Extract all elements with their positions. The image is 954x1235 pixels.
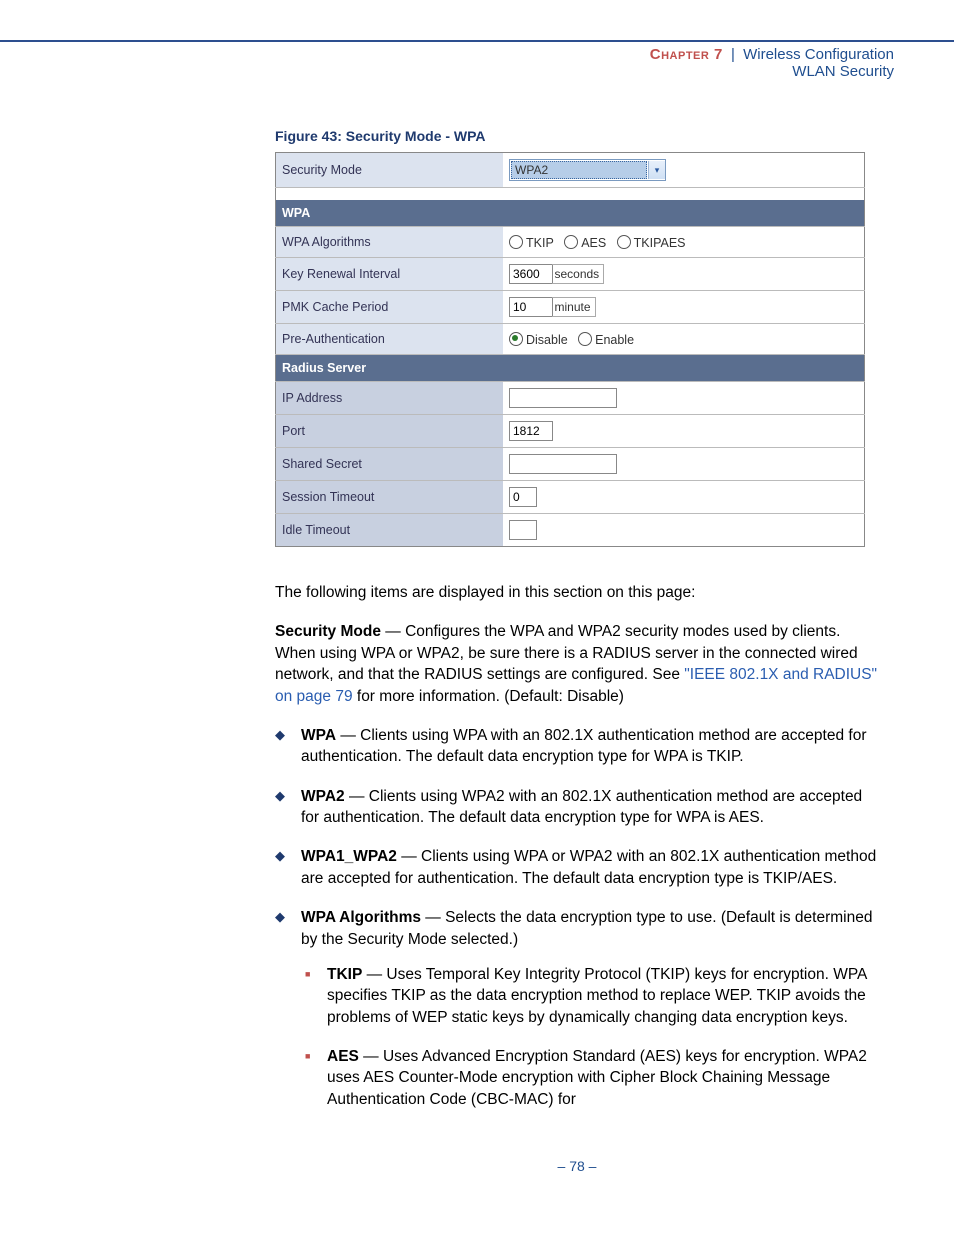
session-input[interactable] (509, 487, 537, 507)
opt-tkipaes: TKIPAES (634, 236, 686, 250)
chevron-down-icon: ▾ (648, 161, 665, 179)
security-mode-para: Security Mode — Configures the WPA and W… (275, 621, 879, 707)
ip-input[interactable] (509, 388, 617, 408)
s2-text: — Uses Advanced Encryption Standard (AES… (327, 1048, 867, 1108)
idle-label: Idle Timeout (276, 514, 504, 547)
s1-label: TKIP (327, 966, 362, 983)
idle-input[interactable] (509, 520, 537, 540)
enable-radio[interactable] (578, 332, 592, 346)
tkipaes-radio[interactable] (617, 235, 631, 249)
pmk-label: PMK Cache Period (276, 291, 504, 324)
opt-tkip: TKIP (526, 236, 554, 250)
bullet-wpa2: WPA2 — Clients using WPA2 with an 802.1X… (301, 786, 879, 829)
b2-label: WPA2 (301, 788, 345, 805)
page-number: – 78 – (275, 1128, 879, 1184)
bullet-wpa1-wpa2: WPA1_WPA2 — Clients using WPA or WPA2 wi… (301, 846, 879, 889)
b2-text: — Clients using WPA2 with an 802.1X auth… (301, 788, 862, 826)
chapter-label: Chapter 7 (650, 46, 723, 63)
key-renewal-input[interactable] (509, 264, 553, 284)
s2-label: AES (327, 1048, 359, 1065)
security-mode-label: Security Mode (276, 153, 504, 188)
security-mode-value: WPA2 (511, 161, 647, 179)
disable-radio[interactable] (509, 332, 523, 346)
security-mode-term: Security Mode (275, 623, 381, 640)
ip-label: IP Address (276, 382, 504, 415)
b3-label: WPA1_WPA2 (301, 848, 397, 865)
wpa-section-header: WPA (276, 200, 865, 227)
bullet-wpa: WPA — Clients using WPA with an 802.1X a… (301, 725, 879, 768)
tkip-radio[interactable] (509, 235, 523, 249)
separator: | (727, 46, 739, 63)
chapter-title: Wireless Configuration (743, 46, 894, 63)
secret-input[interactable] (509, 454, 617, 474)
page-header: Chapter 7 | Wireless Configuration WLAN … (0, 42, 954, 88)
aes-radio[interactable] (564, 235, 578, 249)
s1-text: — Uses Temporal Key Integrity Protocol (… (327, 966, 867, 1026)
radius-section-header: Radius Server (276, 355, 865, 382)
pmk-unit: minute (552, 297, 595, 317)
session-label: Session Timeout (276, 481, 504, 514)
pmk-input[interactable] (509, 297, 553, 317)
bullet-algorithms: WPA Algorithms — Selects the data encryp… (301, 907, 879, 1110)
figure-caption: Figure 43: Security Mode - WPA (275, 128, 879, 144)
security-mode-select[interactable]: WPA2 ▾ (509, 159, 666, 181)
b1-text: — Clients using WPA with an 802.1X authe… (301, 727, 866, 765)
config-figure: Security Mode WPA2 ▾ WPA WPA Algorithms … (275, 152, 865, 547)
preauth-disable: Disable (526, 333, 568, 347)
sub-tkip: TKIP — Uses Temporal Key Integrity Proto… (327, 964, 879, 1028)
opt-aes: AES (581, 236, 606, 250)
b4-label: WPA Algorithms (301, 909, 421, 926)
wpa-algorithms-label: WPA Algorithms (276, 227, 504, 258)
key-renewal-label: Key Renewal Interval (276, 258, 504, 291)
preauth-label: Pre-Authentication (276, 324, 504, 355)
sm-text-2: for more information. (Default: Disable) (353, 688, 624, 705)
port-input[interactable] (509, 421, 553, 441)
chapter-subtitle: WLAN Security (792, 63, 894, 80)
key-renewal-unit: seconds (552, 264, 604, 284)
b1-label: WPA (301, 727, 336, 744)
sub-aes: AES — Uses Advanced Encryption Standard … (327, 1046, 879, 1110)
preauth-enable: Enable (595, 333, 634, 347)
port-label: Port (276, 415, 504, 448)
intro-text: The following items are displayed in thi… (275, 582, 879, 603)
secret-label: Shared Secret (276, 448, 504, 481)
